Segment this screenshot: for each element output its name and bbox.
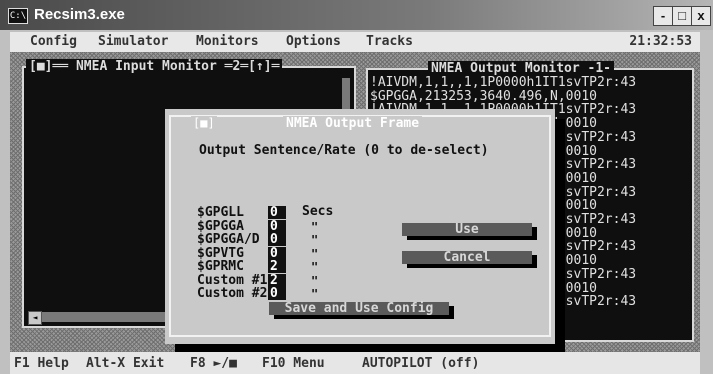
output-log-line: $GPGGA,213253,3640.496,N,0010 — [370, 88, 597, 104]
menu-monitors[interactable]: Monitors — [196, 34, 259, 49]
ditto-mark: " — [311, 273, 319, 288]
ditto-mark: " — [311, 246, 319, 261]
sentence-rate-field[interactable]: 0 — [268, 287, 286, 300]
sentence-rate-field[interactable]: 0 — [268, 219, 286, 233]
sentence-label: $GPGLL — [197, 205, 244, 220]
ditto-mark: " — [311, 260, 319, 274]
status-bar: F1 Help Alt-X Exit F8 ►/■ F10 Menu AUTOP… — [10, 352, 700, 374]
status-exit[interactable]: Alt-X Exit — [86, 356, 164, 371]
sentence-rate-field[interactable]: 2 — [268, 273, 286, 287]
clock: 21:32:53 — [629, 34, 692, 49]
status-help[interactable]: F1 Help — [14, 356, 69, 371]
secs-label: Secs — [302, 204, 334, 219]
sentence-label: $GPGGA/D — [197, 232, 260, 247]
minimize-button[interactable]: - — [653, 6, 673, 26]
dialog-close-button[interactable]: [■] — [191, 116, 217, 130]
console-icon: C:\ — [8, 8, 28, 24]
ditto-mark: " — [311, 233, 319, 247]
title-bar[interactable]: C:\ Recsim3.exe - □ x — [0, 0, 713, 30]
ditto-mark: " — [311, 287, 319, 301]
sentence-rate-field[interactable]: 2 — [268, 260, 286, 273]
sentence-rate-field[interactable]: 0 — [268, 246, 286, 260]
sentence-label: $GPGGA — [197, 218, 244, 234]
window-title: Recsim3.exe — [34, 6, 125, 23]
sentence-label: $GPVTG — [197, 245, 244, 261]
sentence-label: Custom #2 — [197, 286, 268, 301]
menu-config[interactable]: Config — [30, 34, 77, 49]
sentence-rate-field[interactable]: 0 — [268, 233, 286, 246]
use-button[interactable]: Use — [402, 223, 532, 236]
save-and-use-config-button[interactable]: Save and Use Config — [269, 302, 449, 315]
desktop-background: [■]══ NMEA Input Monitor ═2═[↑]═ ◄ ► NME… — [10, 52, 700, 352]
output-monitor-title: NMEA Output Monitor -1- — [428, 61, 615, 76]
maximize-button[interactable]: □ — [672, 6, 692, 26]
sentence-label: Custom #1 — [197, 272, 268, 288]
status-run-toggle[interactable]: F8 ►/■ — [190, 356, 237, 371]
ditto-mark: " — [311, 219, 319, 234]
nmea-output-frame-dialog: [■] NMEA Output Frame Output Sentence/Ra… — [165, 109, 555, 344]
menu-bar: Config Simulator Monitors Options Tracks… — [10, 32, 700, 52]
sentence-label: $GPRMC — [197, 259, 244, 274]
cancel-button[interactable]: Cancel — [402, 251, 532, 264]
status-autopilot: AUTOPILOT (off) — [362, 356, 480, 371]
menu-simulator[interactable]: Simulator — [98, 34, 168, 49]
dialog-title: NMEA Output Frame — [283, 116, 423, 131]
app-window: C:\ Recsim3.exe - □ x Config Simulator M… — [0, 0, 713, 374]
sentence-rate-field[interactable]: 0 — [268, 206, 286, 219]
console-area: Config Simulator Monitors Options Tracks… — [10, 32, 700, 374]
input-monitor-title: [■]══ NMEA Input Monitor ═2═[↑]═ — [26, 59, 283, 74]
dialog-heading: Output Sentence/Rate (0 to de-select) — [199, 143, 489, 158]
menu-tracks[interactable]: Tracks — [366, 34, 413, 49]
menu-options[interactable]: Options — [286, 34, 341, 49]
status-menu[interactable]: F10 Menu — [262, 356, 325, 371]
scroll-left-arrow-icon[interactable]: ◄ — [28, 311, 42, 325]
close-button[interactable]: x — [691, 6, 711, 26]
output-log-line: !AIVDM,1,1,,1,1P0000h1IT1svTP2r:43 — [370, 75, 637, 90]
